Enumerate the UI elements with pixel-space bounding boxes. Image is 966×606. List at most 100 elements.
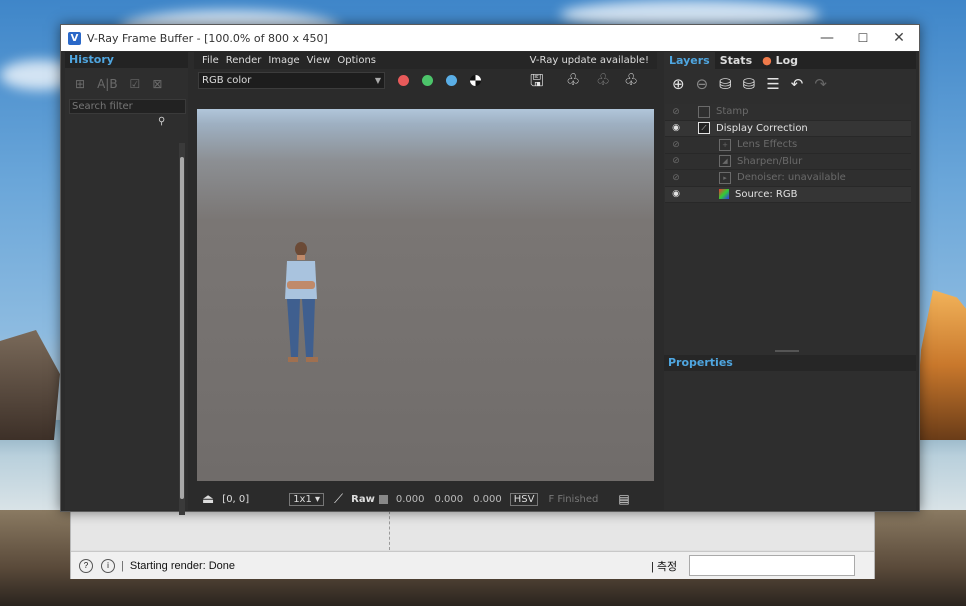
save-layer-tree-icon[interactable]: ⛁ xyxy=(719,75,732,93)
hsv-toggle[interactable]: HSV xyxy=(509,492,539,506)
rock-left xyxy=(0,330,60,440)
tab-stats[interactable]: Stats xyxy=(715,52,757,69)
maximize-button[interactable]: ☐ xyxy=(845,25,881,51)
layer-label: Denoiser: unavailable xyxy=(737,172,846,184)
alpha-channel-toggle[interactable] xyxy=(470,74,481,86)
tab-log-label: Log xyxy=(775,54,799,67)
guide-line xyxy=(389,506,390,550)
pixel-value-r: 0.000 xyxy=(395,493,425,505)
separator: | xyxy=(121,559,124,572)
background-canvas xyxy=(71,506,874,550)
menu-options[interactable]: Options xyxy=(337,55,376,66)
scrollbar-thumb[interactable] xyxy=(180,157,184,499)
update-notice-link[interactable]: V-Ray update available! xyxy=(530,55,649,66)
panel-splitter[interactable] xyxy=(775,350,799,352)
measure-input[interactable] xyxy=(689,555,855,576)
green-channel-toggle[interactable] xyxy=(422,74,433,86)
history-panel: History ⊞ A|B ☑ ⊠ Search filter ⚲ xyxy=(65,52,188,515)
chevron-down-icon: ▼ xyxy=(374,75,381,85)
log-toggle-icon[interactable]: ▤ xyxy=(618,492,629,506)
layer-list: ⊘ Stamp ◉ ⟋ Display Correction ⊘ + Lens … xyxy=(665,104,911,203)
undo-icon[interactable]: ↶ xyxy=(791,75,804,93)
history-search-input[interactable]: Search filter xyxy=(69,99,186,114)
help-icon[interactable]: ? xyxy=(79,558,93,573)
visibility-icon[interactable]: ⊘ xyxy=(670,156,682,166)
vray-frame-buffer-window: V V-Ray Frame Buffer - [100.0% of 800 x … xyxy=(60,24,920,515)
title-bar: V V-Ray Frame Buffer - [100.0% of 800 x … xyxy=(61,25,919,51)
tab-history[interactable]: History xyxy=(65,52,188,68)
red-channel-toggle[interactable] xyxy=(398,74,409,86)
layer-list-icon[interactable]: ☰ xyxy=(766,75,779,93)
color-clamp-icon[interactable]: ⟋ xyxy=(334,492,343,507)
vray-logo-icon: V xyxy=(68,31,81,45)
load-layer-tree-icon[interactable]: ⛁ xyxy=(743,75,756,93)
layer-label: Stamp xyxy=(716,106,749,118)
delete-layer-icon[interactable]: ⊖ xyxy=(696,75,709,93)
layer-row-display-correction[interactable]: ◉ ⟋ Display Correction xyxy=(665,120,911,137)
menu-image[interactable]: Image xyxy=(268,55,299,66)
remove-history-icon[interactable]: ⊠ xyxy=(152,77,162,97)
pixel-picker-icon[interactable]: ⏏ xyxy=(202,492,214,507)
pixel-value-b: 0.000 xyxy=(473,493,502,505)
search-icon[interactable]: ⚲ xyxy=(158,116,165,127)
status-message: Starting render: Done xyxy=(129,559,236,572)
properties-panel: Properties xyxy=(664,355,916,510)
eye-icon[interactable]: ◉ xyxy=(670,123,682,133)
render-teapot-icon[interactable]: ♧ xyxy=(624,70,638,89)
menu-view[interactable]: View xyxy=(307,55,331,66)
layer-label: Source: RGB xyxy=(735,188,798,200)
rock-right xyxy=(915,290,966,440)
menu-render[interactable]: Render xyxy=(226,55,262,66)
history-scrollbar[interactable] xyxy=(179,143,185,515)
tab-log[interactable]: ● Log xyxy=(757,52,803,69)
save-to-history-icon[interactable]: ⊞ xyxy=(75,77,85,97)
bottom-toolbar: ⏏ [0, 0] 1x1 ▾ ⟋ Raw 0.000 0.000 0.000 H… xyxy=(194,488,657,510)
layers-tabs: Layers Stats ● Log xyxy=(664,52,916,69)
channel-select[interactable]: RGB color ▼ xyxy=(198,71,385,89)
render-last-teapot-icon[interactable]: ♧ xyxy=(596,70,610,89)
save-image-icon[interactable]: 🖫 xyxy=(530,70,544,97)
background-app-window: ? i | Starting render: Done | 측정 xyxy=(70,505,875,579)
blue-channel-toggle[interactable] xyxy=(446,74,457,86)
layers-panel: Layers Stats ● Log ⊕ ⊖ ⛁ ⛁ ☰ ↶ ↷ ⊘ Stamp… xyxy=(664,52,916,510)
render-viewport[interactable] xyxy=(197,109,654,481)
measure-label: | 측정 xyxy=(651,560,678,573)
layer-row-lens-effects[interactable]: ⊘ + Lens Effects xyxy=(665,137,911,154)
layer-label: Lens Effects xyxy=(737,139,798,151)
pixel-value-g: 0.000 xyxy=(434,493,464,505)
layer-icon xyxy=(698,105,710,118)
window-title: V-Ray Frame Buffer - [100.0% of 800 x 45… xyxy=(87,31,328,45)
layers-toolbar: ⊕ ⊖ ⛁ ⛁ ☰ ↶ ↷ xyxy=(664,69,916,99)
layer-row-sharpen-blur[interactable]: ⊘ ◢ Sharpen/Blur xyxy=(665,153,911,170)
zoom-select[interactable]: 1x1 ▾ xyxy=(289,492,325,506)
close-button[interactable]: ✕ xyxy=(881,25,917,51)
render-toolbar: RGB color ▼ 🖫 ♧ ♧ ♧ xyxy=(194,69,657,91)
pixel-coords: [0, 0] xyxy=(222,493,250,505)
layer-row-stamp[interactable]: ⊘ Stamp xyxy=(665,104,911,121)
redo-icon[interactable]: ↷ xyxy=(814,75,827,93)
properties-title: Properties xyxy=(664,355,916,371)
info-icon[interactable]: i xyxy=(101,558,115,573)
layer-label: Display Correction xyxy=(716,122,808,134)
main-panel: File Render Image View Options V-Ray upd… xyxy=(194,52,657,510)
visibility-icon[interactable]: ⊘ xyxy=(670,107,682,117)
load-history-icon[interactable]: ☑ xyxy=(130,77,141,97)
add-layer-icon[interactable]: ⊕ xyxy=(672,75,685,93)
render-region-teapot-icon[interactable]: ♧ xyxy=(566,70,580,89)
tab-layers[interactable]: Layers xyxy=(664,52,715,69)
layer-row-denoiser[interactable]: ⊘ ▸ Denoiser: unavailable xyxy=(665,170,911,187)
visibility-icon[interactable]: ⊘ xyxy=(670,173,682,183)
layer-label: Sharpen/Blur xyxy=(737,155,803,167)
log-alert-dot-icon: ● xyxy=(762,54,772,67)
status-bar: ? i | Starting render: Done | 측정 xyxy=(71,551,874,579)
history-toolbar: ⊞ A|B ☑ ⊠ xyxy=(65,68,188,97)
menu-file[interactable]: File xyxy=(202,55,219,66)
visibility-icon[interactable]: ⊘ xyxy=(670,140,682,150)
eye-icon[interactable]: ◉ xyxy=(670,189,682,199)
rendered-person xyxy=(285,242,318,362)
minimize-button[interactable]: — xyxy=(809,25,845,51)
render-status: F Finished xyxy=(548,493,599,505)
layer-row-source-rgb[interactable]: ◉ Source: RGB xyxy=(665,186,911,203)
layer-icon: + xyxy=(719,138,731,151)
ab-compare-icon[interactable]: A|B xyxy=(97,77,117,97)
